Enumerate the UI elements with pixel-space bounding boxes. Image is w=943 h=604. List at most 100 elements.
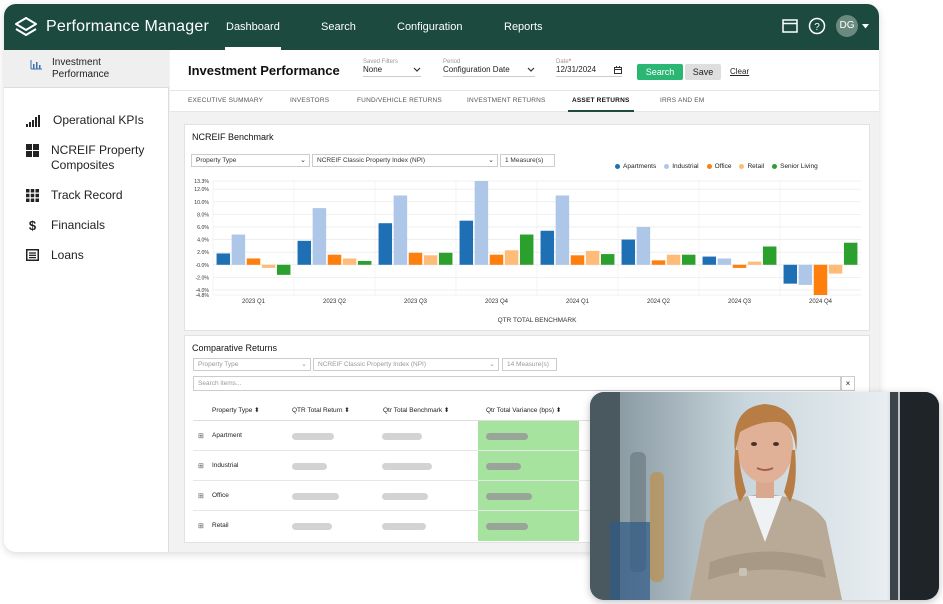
y-tick-label: 8.0% <box>197 212 209 218</box>
chart-legend: Apartments Industrial Office Retail Seni… <box>615 163 818 170</box>
search-button[interactable]: Search <box>637 64 683 80</box>
x-axis-title: QTR TOTAL BENCHMARK <box>498 317 578 324</box>
legend-item-industrial[interactable]: Industrial <box>664 163 699 170</box>
tab-investment-returns[interactable]: INVESTMENT RETURNS <box>467 97 546 104</box>
y-tick-label: -2.0% <box>195 275 209 281</box>
tab-asset-returns[interactable]: ASSET RETURNS <box>572 97 630 104</box>
chevron-down-icon: ⌄ <box>488 157 494 164</box>
help-icon[interactable]: ? <box>808 17 826 35</box>
user-avatar[interactable]: DG <box>836 15 858 37</box>
tab-executive-summary[interactable]: EXECUTIVE SUMMARY <box>188 97 263 104</box>
y-tick-label: 12.0% <box>194 187 209 193</box>
index-select[interactable]: NCREIF Classic Property Index (NPI) ⌄ <box>313 358 499 371</box>
nav-reports[interactable]: Reports <box>503 4 544 50</box>
legend-item-retail[interactable]: Retail <box>739 163 764 170</box>
row-label: Industrial <box>212 462 239 469</box>
placeholder-bar <box>382 523 426 530</box>
x-tick-label: 2024 Q2 <box>647 299 671 305</box>
sidebar-item-track-record[interactable]: Track Record <box>26 188 161 203</box>
nav-configuration[interactable]: Configuration <box>396 4 463 50</box>
clear-link[interactable]: Clear <box>730 67 749 76</box>
bar-office <box>732 264 747 268</box>
x-tick-label: 2024 Q3 <box>728 299 752 305</box>
bar-retail <box>504 250 519 265</box>
chevron-down-icon: ⌄ <box>489 361 495 368</box>
col-qtr-total-return[interactable]: QTR Total Return ⬍ <box>292 406 350 414</box>
bar-senior-living <box>600 254 615 265</box>
expand-icon[interactable]: ⊞ <box>198 462 204 470</box>
property-type-select[interactable]: Property Type ⌄ <box>193 358 311 371</box>
list-document-icon <box>26 249 39 261</box>
photo-illustration <box>590 392 939 600</box>
bar-senior-living <box>843 242 858 265</box>
bar-retail <box>342 258 357 265</box>
caret-down-icon[interactable] <box>862 23 869 29</box>
row-label: Retail <box>212 522 229 529</box>
index-select[interactable]: NCREIF Classic Property Index (NPI) ⌄ <box>312 154 498 167</box>
x-tick-label: 2023 Q4 <box>485 299 509 305</box>
benchmark-bar-chart: 13.3% 12.0% 10.0% 8.0% 6.0% 4.0% 2.0% -0.0% -2.0… <box>194 179 861 324</box>
bar-office <box>327 254 342 265</box>
grid-squares-icon <box>26 144 39 157</box>
sidebar-item-financials[interactable]: $ Financials <box>26 218 161 233</box>
placeholder-bar <box>382 463 432 470</box>
legend-item-apartments[interactable]: Apartments <box>615 163 656 170</box>
bar-senior-living <box>276 264 291 275</box>
col-qtr-total-variance[interactable]: Qtr Total Variance (bps) ⬍ <box>486 406 561 414</box>
sidebar-item-operational-kpis[interactable]: Operational KPIs <box>26 113 163 128</box>
expand-icon[interactable]: ⊞ <box>198 432 204 440</box>
search-items-input[interactable]: Search items... <box>193 376 841 391</box>
placeholder-bar <box>382 493 428 500</box>
calendar-icon <box>614 65 622 74</box>
bar-office <box>246 258 261 265</box>
period-select[interactable]: Period Configuration Date <box>443 59 535 77</box>
bar-industrial <box>555 195 570 265</box>
measures-select[interactable]: 14 Measure(s) <box>502 358 557 371</box>
bar-apartments <box>540 230 555 265</box>
placeholder-bar <box>292 523 332 530</box>
top-icons: ? DG <box>782 15 869 37</box>
legend-item-senior-living[interactable]: Senior Living <box>772 163 818 170</box>
save-button[interactable]: Save <box>685 64 721 80</box>
tab-fund-vehicle-returns[interactable]: FUND/VEHICLE RETURNS <box>357 97 442 104</box>
clear-search-icon[interactable]: × <box>841 376 855 391</box>
sidebar-item-ncreif-property-composites[interactable]: NCREIF Property Composites <box>26 143 161 173</box>
expand-icon[interactable]: ⊞ <box>198 522 204 530</box>
bar-apartments <box>621 239 636 265</box>
brand[interactable]: Performance Manager <box>14 14 209 40</box>
tab-irrs-and-em[interactable]: IRRS AND EM <box>660 97 704 104</box>
sidebar-item-loans[interactable]: Loans <box>26 248 161 263</box>
saved-filters-select[interactable]: Saved Filters None <box>363 59 421 77</box>
property-type-select[interactable]: Property Type ⌄ <box>191 154 310 167</box>
bar-industrial <box>474 181 489 265</box>
col-property-type[interactable]: Property Type ⬍ <box>212 406 260 414</box>
bar-apartments <box>297 240 312 265</box>
bar-retail <box>828 264 843 274</box>
expand-icon[interactable]: ⊞ <box>198 492 204 500</box>
nav-dashboard[interactable]: Dashboard <box>225 4 281 50</box>
layers-logo-icon <box>15 17 37 36</box>
legend-item-office[interactable]: Office <box>706 163 731 170</box>
y-tick-label: -4.8% <box>195 293 209 299</box>
nav-search[interactable]: Search <box>320 4 357 50</box>
tab-investors[interactable]: INVESTORS <box>290 97 329 104</box>
col-qtr-total-benchmark[interactable]: Qtr Total Benchmark ⬍ <box>383 406 449 414</box>
page-title: Investment Performance <box>188 63 340 78</box>
chevron-down-icon <box>527 67 535 72</box>
svg-text:?: ? <box>814 22 820 33</box>
chevron-down-icon: ⌄ <box>300 157 306 164</box>
y-tick-label: 13.3% <box>194 179 209 185</box>
window-icon[interactable] <box>782 19 798 33</box>
benchmark-panel: NCREIF Benchmark Property Type ⌄ NCREIF C… <box>184 124 870 331</box>
placeholder-bar <box>486 493 532 500</box>
sidebar-item-investment-performance[interactable]: Investment Performance <box>4 50 169 88</box>
chevron-down-icon <box>413 67 421 72</box>
measures-select[interactable]: 1 Measure(s) <box>500 154 555 167</box>
tab-bar: EXECUTIVE SUMMARY INVESTORS FUND/VEHICLE… <box>170 90 879 112</box>
chevron-down-icon: ⌄ <box>301 361 307 368</box>
date-picker[interactable]: Date* 12/31/2024 <box>556 59 622 77</box>
bar-retail <box>423 255 438 265</box>
benchmark-title: NCREIF Benchmark <box>192 132 274 142</box>
bar-office <box>570 255 585 265</box>
bar-office <box>813 264 828 295</box>
